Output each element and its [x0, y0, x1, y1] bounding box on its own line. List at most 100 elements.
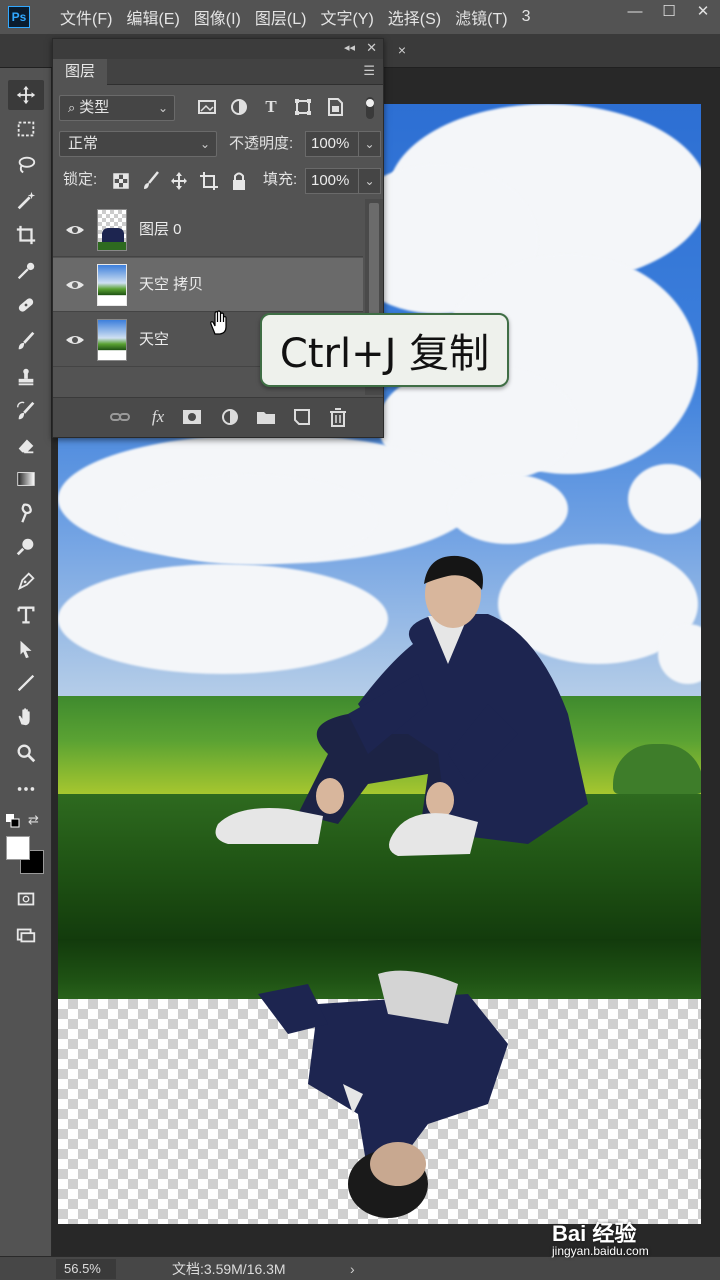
line-icon[interactable]: [8, 668, 44, 698]
layers-panel-footer: fx: [53, 397, 383, 437]
lock-label: 锁定:: [63, 171, 98, 188]
menu-select[interactable]: 选择(S): [388, 5, 441, 29]
layer-name: 图层 0: [139, 221, 182, 238]
trash-icon[interactable]: [327, 406, 349, 428]
eye-icon[interactable]: [65, 220, 85, 240]
fill-dropdown-icon[interactable]: ⌄: [359, 168, 381, 194]
blend-row: 正常 ⌄ 不透明度: 100% ⌄: [53, 129, 385, 163]
shape-filter-icon[interactable]: [293, 97, 313, 117]
quick-mask-icon[interactable]: [8, 884, 44, 914]
path-selection-icon[interactable]: [8, 634, 44, 664]
smudge-icon[interactable]: [8, 498, 44, 528]
magic-wand-icon[interactable]: [8, 186, 44, 216]
crop-icon[interactable]: [8, 220, 44, 250]
healing-brush-icon[interactable]: [8, 290, 44, 320]
marquee-icon[interactable]: [8, 114, 44, 144]
opacity-input[interactable]: 100%: [305, 131, 359, 157]
move-icon[interactable]: [8, 80, 44, 110]
gradient-icon[interactable]: [8, 464, 44, 494]
baidu-jingyan-watermark: Bai 经验 jingyan.baidu.com: [552, 1216, 712, 1264]
new-layer-icon[interactable]: [291, 406, 313, 428]
tab-layers[interactable]: 图层: [53, 59, 108, 85]
panel-tabs: 图层 ☰: [53, 59, 383, 85]
close-tab-icon[interactable]: ×: [394, 42, 410, 58]
menu-type[interactable]: 文字(Y): [320, 5, 373, 29]
pixel-filter-icon[interactable]: [197, 97, 217, 117]
opacity-label: 不透明度:: [229, 135, 294, 152]
filter-kind-dropdown[interactable]: ⌕ 类型 ⌄: [59, 95, 175, 121]
zoom-icon[interactable]: [8, 738, 44, 768]
filter-kind-value: 类型: [79, 99, 110, 116]
blend-mode-dropdown[interactable]: 正常 ⌄: [59, 131, 217, 157]
clone-stamp-icon[interactable]: [8, 362, 44, 392]
layer-row-sky-copy[interactable]: 天空 拷贝: [53, 258, 363, 312]
lasso-icon[interactable]: [8, 150, 44, 180]
eyedropper-icon[interactable]: [8, 256, 44, 286]
maximize-button[interactable]: ☐: [652, 0, 686, 22]
smart-object-filter-icon[interactable]: [325, 97, 345, 117]
swap-colors-icon[interactable]: ⇄: [28, 812, 39, 828]
minimize-button[interactable]: —: [618, 0, 652, 22]
tooltip-text: Ctrl+J 复制: [279, 331, 490, 377]
layer-name: 天空: [139, 331, 170, 348]
menu-file[interactable]: 文件(F): [60, 5, 112, 29]
more-tools-icon[interactable]: [8, 774, 44, 804]
link-icon[interactable]: [109, 406, 131, 428]
chevron-down-icon: ⌄: [157, 101, 168, 115]
blend-mode-value: 正常: [68, 135, 99, 152]
panel-menu-icon[interactable]: ☰: [363, 63, 375, 79]
layer-thumbnail: [97, 209, 127, 251]
menu-bar: Ps 文件(F) 编辑(E) 图像(I) 图层(L) 文字(Y) 选择(S) 滤…: [0, 0, 720, 34]
menu-layer[interactable]: 图层(L): [255, 5, 307, 29]
lock-position-icon[interactable]: [169, 169, 189, 193]
dodge-icon[interactable]: [8, 532, 44, 562]
group-icon[interactable]: [255, 406, 277, 428]
collapse-panel-icon[interactable]: ◂◂: [344, 41, 355, 54]
pen-icon[interactable]: [8, 566, 44, 596]
chevron-down-icon: ⌄: [199, 137, 210, 151]
close-panel-icon[interactable]: ✕: [366, 40, 377, 56]
document-size-info: 文档:3.59M/16.3M: [172, 1261, 286, 1277]
panel-header-strip: ◂◂ ✕: [53, 39, 383, 59]
lock-pixels-icon[interactable]: [141, 169, 161, 193]
eye-icon[interactable]: [65, 275, 85, 295]
fx-icon[interactable]: fx: [147, 406, 169, 428]
lock-row: 锁定: 填充: 100% ⌄: [53, 165, 385, 199]
filter-toggle-icon[interactable]: [363, 95, 377, 121]
tools-panel: ⇄: [0, 68, 52, 1256]
eye-icon[interactable]: [65, 330, 85, 350]
close-window-button[interactable]: ✕: [686, 0, 720, 22]
lock-all-icon[interactable]: [229, 169, 249, 193]
screen-mode-icon[interactable]: [8, 920, 44, 950]
shortcut-tooltip: Ctrl+J 复制: [260, 313, 509, 387]
brush-icon[interactable]: [8, 326, 44, 356]
adjustment-filter-icon[interactable]: [229, 97, 249, 117]
foreground-color-swatch[interactable]: [6, 836, 30, 860]
photoshop-logo: Ps: [8, 6, 30, 28]
menu-filter[interactable]: 滤镜(T): [455, 5, 507, 29]
hand-cursor-icon: [210, 310, 227, 335]
window-controls: — ☐ ✕: [618, 0, 720, 22]
default-colors-icon[interactable]: [6, 814, 20, 828]
lock-artboard-icon[interactable]: [199, 169, 219, 193]
lock-transparency-icon[interactable]: [111, 169, 131, 193]
layer-name: 天空 拷贝: [139, 276, 204, 293]
menu-edit[interactable]: 编辑(E): [126, 5, 179, 29]
history-brush-icon[interactable]: [8, 396, 44, 426]
menu-3d[interactable]: 3: [522, 8, 531, 26]
layer-row-layer0[interactable]: 图层 0: [53, 203, 363, 257]
type-filter-icon[interactable]: T: [261, 97, 281, 117]
menu-image[interactable]: 图像(I): [194, 5, 241, 29]
mask-icon[interactable]: [181, 406, 203, 428]
fill-input[interactable]: 100%: [305, 168, 359, 194]
opacity-dropdown-icon[interactable]: ⌄: [359, 131, 381, 157]
person-reflection: [258, 970, 508, 1218]
hand-icon[interactable]: [8, 702, 44, 732]
layer-thumbnail: [97, 264, 127, 306]
zoom-level-input[interactable]: 56.5%: [56, 1259, 116, 1279]
status-menu-arrow-icon[interactable]: ›: [350, 1259, 355, 1279]
eraser-icon[interactable]: [8, 430, 44, 460]
adjustment-icon[interactable]: [219, 406, 241, 428]
layer-thumbnail: [97, 319, 127, 361]
type-icon[interactable]: [8, 600, 44, 630]
